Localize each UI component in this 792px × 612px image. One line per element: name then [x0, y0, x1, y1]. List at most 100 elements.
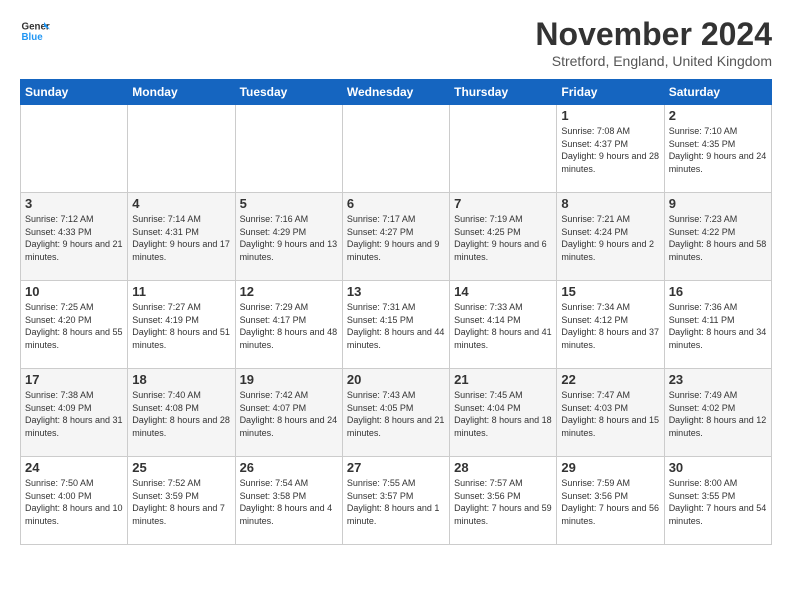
- calendar-cell: 4 Sunrise: 7:14 AM Sunset: 4:31 PM Daylig…: [128, 193, 235, 281]
- calendar-cell: 25Sunrise: 7:52 AM Sunset: 3:59 PM Dayli…: [128, 457, 235, 545]
- day-number: 2: [669, 108, 767, 123]
- calendar-week-1: 3 Sunrise: 7:12 AM Sunset: 4:33 PM Daylig…: [21, 193, 772, 281]
- day-number: 27: [347, 460, 445, 475]
- calendar-week-4: 24Sunrise: 7:50 AM Sunset: 4:00 PM Dayli…: [21, 457, 772, 545]
- calendar-cell: 26Sunrise: 7:54 AM Sunset: 3:58 PM Dayli…: [235, 457, 342, 545]
- header-tuesday: Tuesday: [235, 80, 342, 105]
- day-info: Sunrise: 7:08 AM Sunset: 4:37 PM Dayligh…: [561, 125, 659, 175]
- calendar-cell: [450, 105, 557, 193]
- day-number: 9: [669, 196, 767, 211]
- day-info: Sunrise: 7:57 AM Sunset: 3:56 PM Dayligh…: [454, 477, 552, 527]
- day-info: Sunrise: 7:59 AM Sunset: 3:56 PM Dayligh…: [561, 477, 659, 527]
- day-number: 17: [25, 372, 123, 387]
- day-info: Sunrise: 7:49 AM Sunset: 4:02 PM Dayligh…: [669, 389, 767, 439]
- day-number: 22: [561, 372, 659, 387]
- day-number: 16: [669, 284, 767, 299]
- day-number: 3: [25, 196, 123, 211]
- calendar-cell: 21 Sunrise: 7:45 AM Sunset: 4:04 PM Dayli…: [450, 369, 557, 457]
- day-info: Sunrise: 7:33 AM Sunset: 4:14 PM Dayligh…: [454, 301, 552, 351]
- day-number: 30: [669, 460, 767, 475]
- day-number: 18: [132, 372, 230, 387]
- header-sunday: Sunday: [21, 80, 128, 105]
- day-info: Sunrise: 7:36 AM Sunset: 4:11 PM Dayligh…: [669, 301, 767, 351]
- calendar-week-0: 1 Sunrise: 7:08 AM Sunset: 4:37 PM Daylig…: [21, 105, 772, 193]
- day-info: Sunrise: 7:12 AM Sunset: 4:33 PM Dayligh…: [25, 213, 123, 263]
- calendar-table: Sunday Monday Tuesday Wednesday Thursday…: [20, 79, 772, 545]
- calendar-cell: [21, 105, 128, 193]
- day-number: 12: [240, 284, 338, 299]
- day-number: 1: [561, 108, 659, 123]
- day-info: Sunrise: 7:38 AM Sunset: 4:09 PM Dayligh…: [25, 389, 123, 439]
- calendar-cell: 18Sunrise: 7:40 AM Sunset: 4:08 PM Dayli…: [128, 369, 235, 457]
- day-info: Sunrise: 7:14 AM Sunset: 4:31 PM Dayligh…: [132, 213, 230, 263]
- day-info: Sunrise: 8:00 AM Sunset: 3:55 PM Dayligh…: [669, 477, 767, 527]
- header: General Blue November 2024 Stretford, En…: [20, 16, 772, 69]
- page: General Blue November 2024 Stretford, En…: [0, 0, 792, 612]
- title-block: November 2024 Stretford, England, United…: [535, 16, 772, 69]
- day-info: Sunrise: 7:10 AM Sunset: 4:35 PM Dayligh…: [669, 125, 767, 175]
- calendar-week-2: 10 Sunrise: 7:25 AM Sunset: 4:20 PM Dayli…: [21, 281, 772, 369]
- day-number: 7: [454, 196, 552, 211]
- month-title: November 2024: [535, 16, 772, 53]
- day-info: Sunrise: 7:23 AM Sunset: 4:22 PM Dayligh…: [669, 213, 767, 263]
- calendar-cell: [235, 105, 342, 193]
- calendar-week-3: 17 Sunrise: 7:38 AM Sunset: 4:09 PM Dayli…: [21, 369, 772, 457]
- calendar-cell: 2 Sunrise: 7:10 AM Sunset: 4:35 PM Daylig…: [664, 105, 771, 193]
- day-number: 11: [132, 284, 230, 299]
- day-info: Sunrise: 7:21 AM Sunset: 4:24 PM Dayligh…: [561, 213, 659, 263]
- calendar-cell: 14 Sunrise: 7:33 AM Sunset: 4:14 PM Dayli…: [450, 281, 557, 369]
- calendar-cell: 13 Sunrise: 7:31 AM Sunset: 4:15 PM Dayli…: [342, 281, 449, 369]
- calendar-cell: 22 Sunrise: 7:47 AM Sunset: 4:03 PM Dayli…: [557, 369, 664, 457]
- calendar-cell: 9 Sunrise: 7:23 AM Sunset: 4:22 PM Daylig…: [664, 193, 771, 281]
- logo: General Blue: [20, 16, 50, 46]
- day-info: Sunrise: 7:16 AM Sunset: 4:29 PM Dayligh…: [240, 213, 338, 263]
- calendar-header-row: Sunday Monday Tuesday Wednesday Thursday…: [21, 80, 772, 105]
- calendar-cell: 5Sunrise: 7:16 AM Sunset: 4:29 PM Daylig…: [235, 193, 342, 281]
- day-number: 10: [25, 284, 123, 299]
- calendar-cell: 6 Sunrise: 7:17 AM Sunset: 4:27 PM Daylig…: [342, 193, 449, 281]
- logo-icon: General Blue: [20, 16, 50, 46]
- calendar-cell: 16 Sunrise: 7:36 AM Sunset: 4:11 PM Dayli…: [664, 281, 771, 369]
- day-info: Sunrise: 7:31 AM Sunset: 4:15 PM Dayligh…: [347, 301, 445, 351]
- calendar-cell: 1 Sunrise: 7:08 AM Sunset: 4:37 PM Daylig…: [557, 105, 664, 193]
- calendar-cell: 8 Sunrise: 7:21 AM Sunset: 4:24 PM Daylig…: [557, 193, 664, 281]
- calendar-cell: 12Sunrise: 7:29 AM Sunset: 4:17 PM Dayli…: [235, 281, 342, 369]
- header-monday: Monday: [128, 80, 235, 105]
- day-number: 6: [347, 196, 445, 211]
- day-number: 13: [347, 284, 445, 299]
- calendar-cell: 17 Sunrise: 7:38 AM Sunset: 4:09 PM Dayli…: [21, 369, 128, 457]
- header-wednesday: Wednesday: [342, 80, 449, 105]
- day-info: Sunrise: 7:19 AM Sunset: 4:25 PM Dayligh…: [454, 213, 552, 263]
- day-info: Sunrise: 7:34 AM Sunset: 4:12 PM Dayligh…: [561, 301, 659, 351]
- day-number: 19: [240, 372, 338, 387]
- day-info: Sunrise: 7:25 AM Sunset: 4:20 PM Dayligh…: [25, 301, 123, 351]
- calendar-cell: 23 Sunrise: 7:49 AM Sunset: 4:02 PM Dayli…: [664, 369, 771, 457]
- header-thursday: Thursday: [450, 80, 557, 105]
- calendar-cell: 19 Sunrise: 7:42 AM Sunset: 4:07 PM Dayli…: [235, 369, 342, 457]
- calendar-cell: [342, 105, 449, 193]
- day-number: 21: [454, 372, 552, 387]
- day-number: 23: [669, 372, 767, 387]
- day-number: 15: [561, 284, 659, 299]
- calendar-cell: 15 Sunrise: 7:34 AM Sunset: 4:12 PM Dayli…: [557, 281, 664, 369]
- calendar-cell: 30 Sunrise: 8:00 AM Sunset: 3:55 PM Dayli…: [664, 457, 771, 545]
- header-saturday: Saturday: [664, 80, 771, 105]
- day-info: Sunrise: 7:42 AM Sunset: 4:07 PM Dayligh…: [240, 389, 338, 439]
- day-number: 4: [132, 196, 230, 211]
- day-number: 25: [132, 460, 230, 475]
- calendar-cell: 28Sunrise: 7:57 AM Sunset: 3:56 PM Dayli…: [450, 457, 557, 545]
- day-info: Sunrise: 7:55 AM Sunset: 3:57 PM Dayligh…: [347, 477, 445, 527]
- calendar-cell: 29Sunrise: 7:59 AM Sunset: 3:56 PM Dayli…: [557, 457, 664, 545]
- svg-text:Blue: Blue: [22, 32, 44, 43]
- day-number: 14: [454, 284, 552, 299]
- day-number: 20: [347, 372, 445, 387]
- calendar-cell: 24Sunrise: 7:50 AM Sunset: 4:00 PM Dayli…: [21, 457, 128, 545]
- calendar-cell: 20 Sunrise: 7:43 AM Sunset: 4:05 PM Dayli…: [342, 369, 449, 457]
- day-number: 8: [561, 196, 659, 211]
- day-info: Sunrise: 7:47 AM Sunset: 4:03 PM Dayligh…: [561, 389, 659, 439]
- day-info: Sunrise: 7:45 AM Sunset: 4:04 PM Dayligh…: [454, 389, 552, 439]
- calendar-cell: 10 Sunrise: 7:25 AM Sunset: 4:20 PM Dayli…: [21, 281, 128, 369]
- day-info: Sunrise: 7:17 AM Sunset: 4:27 PM Dayligh…: [347, 213, 445, 263]
- calendar-cell: 11Sunrise: 7:27 AM Sunset: 4:19 PM Dayli…: [128, 281, 235, 369]
- day-info: Sunrise: 7:43 AM Sunset: 4:05 PM Dayligh…: [347, 389, 445, 439]
